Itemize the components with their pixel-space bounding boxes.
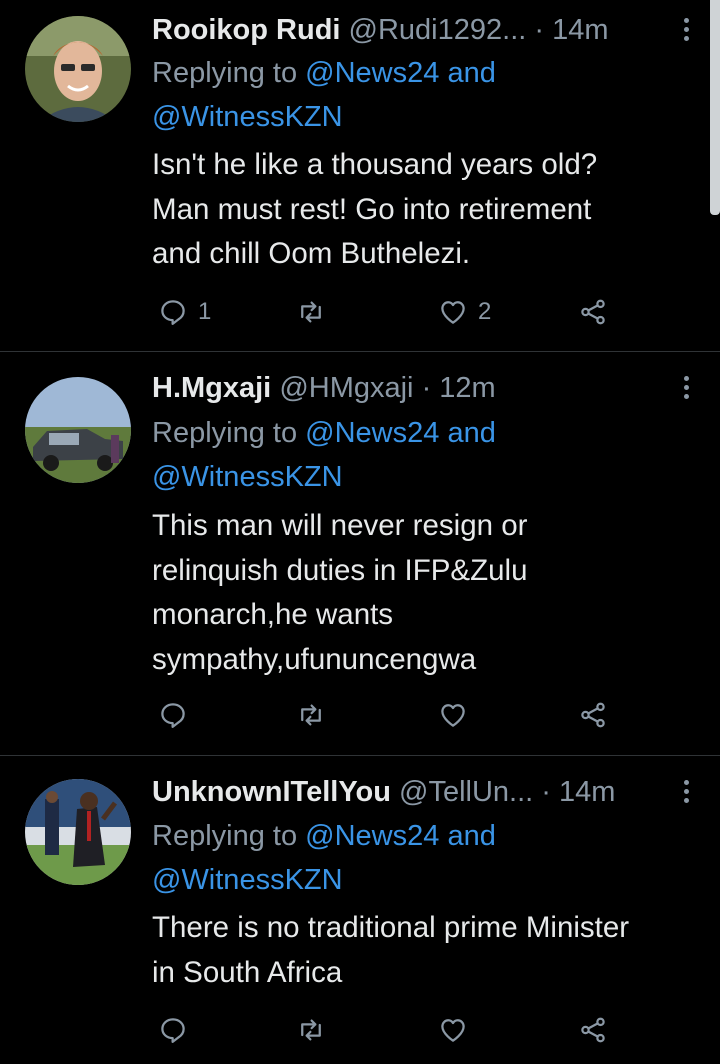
timestamp[interactable]: 14m xyxy=(552,14,608,46)
replying-and[interactable]: and xyxy=(447,417,495,449)
share-icon xyxy=(581,1017,605,1043)
tweet-text-line: sympathy,ufununcengwa xyxy=(152,642,477,676)
like-icon xyxy=(441,704,465,727)
timestamp[interactable]: 12m xyxy=(439,372,495,404)
replying-and[interactable]: and xyxy=(447,57,495,89)
replying-to: Replying to @News24 and @WitnessKZN xyxy=(152,814,690,902)
replying-label: Replying to xyxy=(152,417,298,449)
author-name[interactable]: Rooikop Rudi xyxy=(152,14,340,46)
share-button[interactable] xyxy=(578,695,608,735)
tweet-text: There is no traditional prime Minister i… xyxy=(152,906,700,995)
reply-button[interactable] xyxy=(158,695,198,735)
reply-icon xyxy=(161,703,185,728)
tweet[interactable]: Rooikop Rudi @Rudi1292... · 14m Replying… xyxy=(0,0,720,350)
reply-count: 1 xyxy=(198,298,212,325)
mention-link[interactable]: @WitnessKZN xyxy=(152,101,343,133)
tweet-header: H.Mgxaji @HMgxaji · 12m xyxy=(152,366,690,410)
like-count: 2 xyxy=(478,298,492,325)
mention-link[interactable]: @WitnessKZN xyxy=(152,864,343,896)
timestamp[interactable]: 14m xyxy=(559,776,615,808)
like-button[interactable] xyxy=(438,695,478,735)
tweet-text-line: relinquish duties in IFP&Zulu xyxy=(152,553,528,587)
like-button[interactable]: 2 xyxy=(438,292,491,332)
separator: · xyxy=(541,776,551,808)
tweet-text-line: Isn't he like a thousand years old? xyxy=(152,148,598,181)
author-handle[interactable]: @HMgxaji xyxy=(279,372,413,404)
tweet-header: UnknownITellYou @TellUn... · 14m xyxy=(152,770,690,814)
tweet-text-line: and chill Oom Buthelezi. xyxy=(152,237,471,270)
mention-link[interactable]: @News24 xyxy=(305,417,439,449)
separator: · xyxy=(421,372,432,404)
avatar[interactable] xyxy=(25,779,131,885)
separator: · xyxy=(534,14,545,46)
share-icon xyxy=(581,702,605,728)
tweet-text-line: monarch,he wants xyxy=(152,598,394,631)
replying-label: Replying to xyxy=(152,820,298,852)
tweet-text-line: in South Africa xyxy=(152,955,343,989)
more-options-icon[interactable] xyxy=(682,780,690,808)
like-icon xyxy=(441,301,465,324)
retweet-icon xyxy=(301,1019,321,1041)
replying-to: Replying to @News24 and @WitnessKZN xyxy=(152,411,690,499)
tweet-header: Rooikop Rudi @Rudi1292... · 14m xyxy=(152,8,690,52)
tweet-text: This man will never resign or relinquish… xyxy=(152,504,700,682)
tweet[interactable]: H.Mgxaji @HMgxaji · 12m Replying to @New… xyxy=(0,352,720,754)
reply-button[interactable]: 1 xyxy=(158,292,211,332)
tweet-text: Isn't he like a thousand years old? Man … xyxy=(152,143,700,277)
retweet-button[interactable] xyxy=(296,1010,336,1050)
action-bar xyxy=(0,695,720,735)
tweet-text-line: This man will never resign or xyxy=(152,509,528,542)
author-handle[interactable]: @TellUn... xyxy=(399,776,533,808)
share-button[interactable] xyxy=(578,292,608,332)
more-options-icon[interactable] xyxy=(682,376,690,404)
more-options-icon[interactable] xyxy=(682,18,690,46)
replying-and[interactable]: and xyxy=(447,820,495,852)
mention-link[interactable]: @WitnessKZN xyxy=(152,461,343,493)
action-bar xyxy=(0,1010,720,1050)
tweet[interactable]: UnknownITellYou @TellUn... · 14m Replyin… xyxy=(0,756,720,1064)
author-name[interactable]: UnknownITellYou xyxy=(152,776,391,808)
share-button[interactable] xyxy=(578,1010,608,1050)
retweet-button[interactable] xyxy=(296,695,336,735)
reply-icon xyxy=(161,300,185,325)
share-icon xyxy=(581,299,605,325)
author-name[interactable]: H.Mgxaji xyxy=(152,372,271,404)
retweet-icon xyxy=(301,301,321,323)
tweet-text-line: There is no traditional prime Minister xyxy=(152,911,630,944)
avatar[interactable] xyxy=(25,377,131,483)
mention-link[interactable]: @News24 xyxy=(305,820,439,852)
like-button[interactable] xyxy=(438,1010,478,1050)
retweet-icon xyxy=(301,704,321,726)
action-bar: 1 2 xyxy=(0,292,720,332)
mention-link[interactable]: @News24 xyxy=(305,57,439,89)
replying-to: Replying to @News24 and @WitnessKZN xyxy=(152,51,690,139)
reply-icon xyxy=(161,1018,185,1043)
retweet-button[interactable] xyxy=(296,292,336,332)
reply-button[interactable] xyxy=(158,1010,198,1050)
tweet-text-line: Man must rest! Go into retirement xyxy=(152,192,592,226)
like-icon xyxy=(441,1019,465,1042)
avatar[interactable] xyxy=(25,16,131,122)
replying-label: Replying to xyxy=(152,57,298,89)
author-handle[interactable]: @Rudi1292... xyxy=(349,14,527,46)
